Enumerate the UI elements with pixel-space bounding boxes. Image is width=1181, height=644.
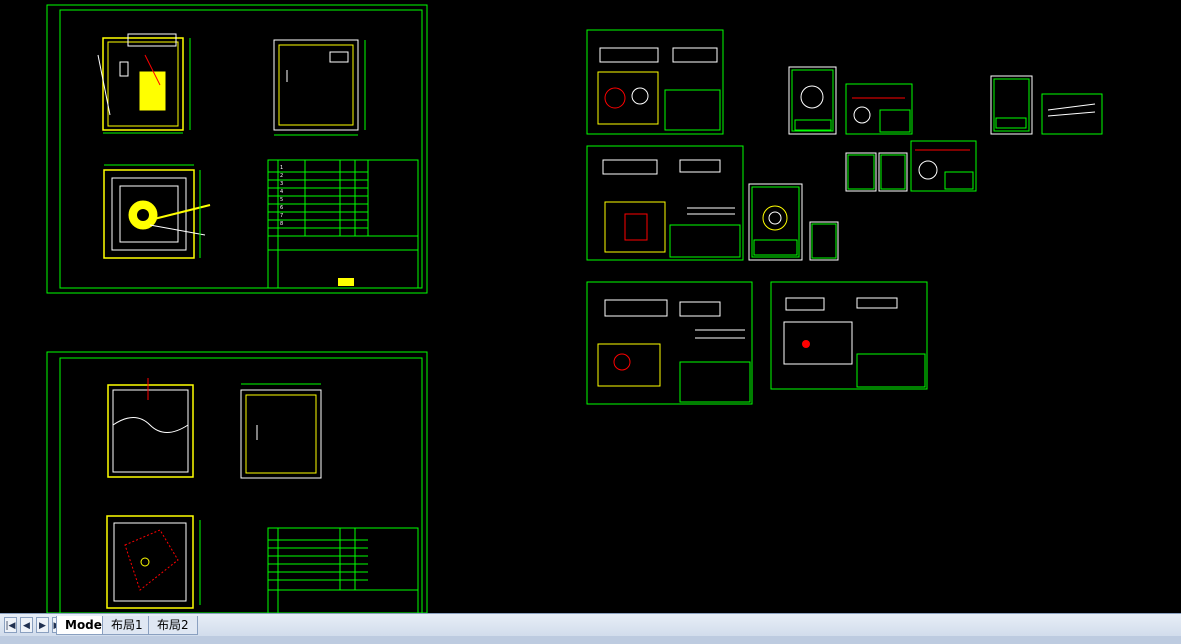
svg-text:5: 5	[280, 197, 283, 203]
model-space-canvas[interactable]: 1 2 3 4 5 6 7 8	[0, 0, 1181, 613]
tab-layout2[interactable]: 布局2	[148, 616, 198, 635]
svg-text:8: 8	[280, 221, 283, 227]
svg-text:1: 1	[280, 165, 283, 171]
tab-layout1[interactable]: 布局1	[102, 616, 152, 635]
svg-text:2: 2	[280, 173, 283, 179]
prev-icon[interactable]: ◀	[20, 617, 33, 633]
svg-text:3: 3	[280, 181, 283, 187]
layout-tab-bar: |◀ ◀ ▶ ▶| Model 布局1 布局2	[0, 613, 1181, 644]
svg-text:6: 6	[280, 205, 283, 211]
svg-text:4: 4	[280, 189, 283, 195]
next-icon[interactable]: ▶	[36, 617, 49, 633]
first-icon[interactable]: |◀	[4, 617, 17, 633]
svg-text:7: 7	[280, 213, 283, 219]
